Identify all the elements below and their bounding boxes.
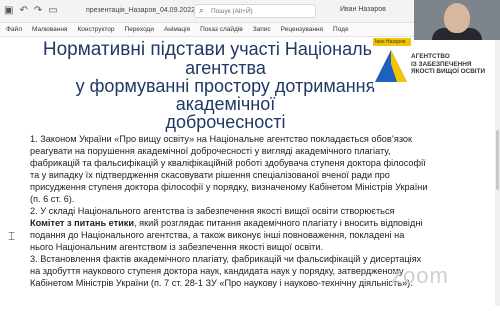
search-placeholder: Пошук (Alt+Й) (211, 8, 253, 15)
slide-title-part1: Нормативні підстави (42, 39, 226, 60)
paragraph-3: 3. Встановлення фактів академічного плаг… (30, 254, 422, 288)
paragraph-2: 2. У складі Національного агентства із з… (30, 205, 430, 253)
user-name[interactable]: Иван Назаров (340, 6, 386, 13)
search-input[interactable]: ⌕ Пошук (Alt+Й) (194, 4, 316, 18)
tab-view[interactable]: Поде (333, 26, 349, 33)
slide-title-line3: доброчесності (165, 112, 286, 132)
text-cursor-icon: ⌶ (8, 229, 16, 243)
paragraph-2-start: 2. У складі Національного агентства із з… (30, 206, 395, 216)
tab-draw[interactable]: Малювання (32, 26, 67, 33)
slide-body: 1. Законом України «Про вищу освіту» на … (30, 133, 430, 289)
undo-icon[interactable]: ↶ (19, 5, 27, 17)
tab-design[interactable]: Конструктор (77, 26, 114, 33)
paragraph-1: 1. Законом України «Про вищу освіту» на … (30, 134, 428, 204)
tab-record[interactable]: Запис (253, 26, 271, 33)
redo-icon[interactable]: ↷ (34, 5, 42, 17)
agency-logo-icon (375, 50, 407, 82)
logo-line-1: АГЕНТСТВО (411, 53, 450, 60)
search-icon: ⌕ (199, 5, 205, 15)
tab-animation[interactable]: Анімація (164, 26, 190, 33)
speaker-video[interactable] (414, 0, 500, 40)
slide-title-line2: у формуванні простору дотримання академі… (75, 76, 376, 114)
agency-logo: АГЕНТСТВО ІЗ ЗАБЕЗПЕЧЕННЯ ЯКОСТІ ВИЩОЇ О… (373, 42, 493, 88)
save-icon[interactable]: ▣ (4, 5, 13, 17)
tab-slideshow[interactable]: Показ слайдів (200, 26, 243, 33)
speaker-face (444, 3, 470, 33)
ethics-committee-label: Комітет з питань етики (30, 218, 135, 228)
quick-access-toolbar: ▣ ↶ ↷ ▭ (4, 5, 58, 17)
speaker-name-tag: Іван Назаров (373, 38, 411, 46)
tab-review[interactable]: Рецензування (281, 26, 323, 33)
present-icon[interactable]: ▭ (48, 5, 57, 17)
agency-logo-text: АГЕНТСТВО ІЗ ЗАБЕЗПЕЧЕННЯ ЯКОСТІ ВИЩОЇ О… (411, 53, 485, 76)
tab-file[interactable]: Файл (6, 26, 22, 33)
logo-line-3: ЯКОСТІ ВИЩОЇ ОСВІТИ (411, 68, 486, 75)
slide-title: Нормативні підстави участі Національного… (38, 40, 413, 131)
zoom-watermark: zoom (391, 263, 449, 288)
logo-line-2: ІЗ ЗАБЕЗПЕЧЕННЯ (411, 60, 472, 68)
tab-transitions[interactable]: Переходи (125, 26, 154, 33)
scrollbar-thumb[interactable] (496, 130, 499, 190)
